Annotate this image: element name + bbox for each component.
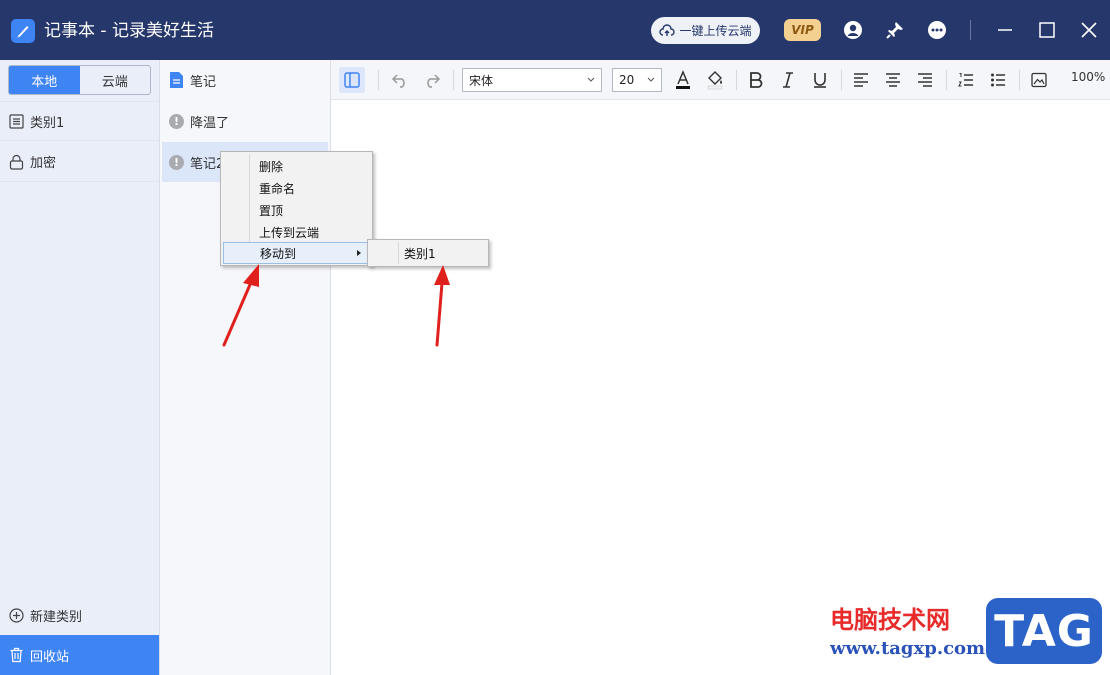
underline-icon[interactable] [807,67,833,93]
category-item-1[interactable]: 类别1 [0,101,159,141]
plus-circle-icon [9,607,24,623]
align-left-icon[interactable] [848,67,874,93]
numbered-list-icon[interactable] [953,67,979,93]
cloud-upload-icon [659,23,676,36]
menu-item-move-to[interactable]: 移动到 [223,242,370,264]
submenu-item-category-1[interactable]: 类别1 [370,242,486,264]
menu-item-rename[interactable]: 重命名 [223,177,370,199]
note-doc-icon [170,72,183,88]
new-category-label: 新建类别 [30,609,83,625]
recycle-bin-button[interactable]: 回收站 [0,635,159,675]
app-logo-icon [11,19,35,43]
notes-header-label: 笔记 [190,74,217,90]
zoom-level[interactable]: 100% [1071,70,1105,84]
text-color-icon[interactable] [670,67,696,93]
trash-icon [10,647,23,663]
lock-icon [9,154,24,170]
window-title: 记事本 - 记录美好生活 [44,21,214,41]
menu-item-delete[interactable]: 删除 [223,155,370,177]
user-icon[interactable] [841,18,865,42]
category-label: 加密 [30,156,57,171]
highlight-color-icon[interactable] [702,67,728,93]
context-menu: 删除 重命名 置顶 上传到云端 移动到 [220,151,373,266]
category-label: 类别1 [30,115,65,131]
menu-item-pin-top[interactable]: 置顶 [223,199,370,221]
watermark-url: www.tagxp.com [830,638,986,659]
watermark-logo: TAG [986,598,1102,664]
bold-icon[interactable] [743,67,769,93]
pin-icon[interactable] [883,18,907,42]
recycle-bin-label: 回收站 [30,649,70,665]
italic-icon[interactable] [775,67,801,93]
category-sidebar: 本地 云端 类别1 加密 新建类别 回收站 [0,60,160,675]
watermark-brand: 电脑技术网 [830,606,950,634]
align-right-icon[interactable] [912,67,938,93]
move-to-submenu: 类别1 [367,239,489,267]
align-center-icon[interactable] [880,67,906,93]
maximize-icon[interactable] [1035,18,1059,42]
chevron-down-icon [647,77,655,82]
exclamation-icon: ! [169,154,184,170]
upload-button-label: 一键上传云端 [679,24,752,38]
tab-local[interactable]: 本地 [9,66,80,94]
insert-image-icon[interactable] [1026,67,1052,93]
minimize-icon[interactable] [993,18,1017,42]
category-item-encrypted[interactable]: 加密 [0,142,159,182]
font-size-value: 20 [619,73,635,87]
more-options-icon[interactable] [925,18,949,42]
editor-toolbar: 宋体 20 100% [331,60,1110,100]
font-family-value: 宋体 [469,73,494,88]
notes-header: 笔记 [160,60,330,100]
note-title: 降温了 [190,115,230,131]
menu-item-upload-cloud[interactable]: 上传到云端 [223,221,370,243]
chevron-down-icon [587,77,595,82]
exclamation-icon: ! [169,113,184,129]
title-bar: 记事本 - 记录美好生活 一键上传云端 VIP [0,0,1110,60]
title-bar-separator [970,20,971,40]
note-editor[interactable] [331,100,1110,675]
font-family-select[interactable]: 宋体 [462,68,602,92]
redo-icon[interactable] [419,67,445,93]
submenu-arrow-icon [357,250,361,256]
tab-cloud[interactable]: 云端 [80,66,151,94]
note-item[interactable]: ! 降温了 [162,101,328,141]
menu-item-label: 移动到 [260,246,297,261]
storage-tab-switch: 本地 云端 [8,65,151,95]
new-category-button[interactable]: 新建类别 [0,595,159,635]
close-icon[interactable] [1077,18,1101,42]
bullet-list-icon[interactable] [985,67,1011,93]
vip-badge[interactable]: VIP [784,19,821,41]
font-size-select[interactable]: 20 [612,68,662,92]
undo-icon[interactable] [387,67,413,93]
list-icon [9,113,24,129]
upload-to-cloud-button[interactable]: 一键上传云端 [651,17,760,44]
toggle-sidebar-icon[interactable] [339,67,365,93]
